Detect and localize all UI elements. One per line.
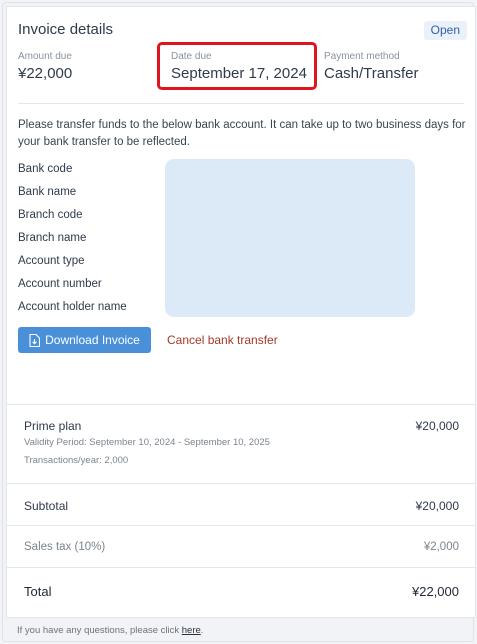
help-text: If you have any questions, please click bbox=[17, 625, 182, 636]
divider bbox=[7, 404, 475, 405]
outer-frame: Invoice details Open Amount due ¥22,000 … bbox=[2, 2, 476, 642]
divider bbox=[7, 525, 475, 526]
bank-details-labels: Bank code Bank name Branch code Branch n… bbox=[18, 162, 127, 323]
total-amount: ¥22,000 bbox=[412, 584, 459, 599]
branch-code-label: Branch code bbox=[18, 209, 83, 221]
help-suffix: . bbox=[200, 625, 204, 636]
download-invoice-button[interactable]: Download Invoice bbox=[18, 327, 151, 353]
bank-name-label: Bank name bbox=[18, 186, 77, 198]
divider bbox=[7, 567, 475, 568]
account-holder-name-label: Account holder name bbox=[18, 301, 127, 313]
payment-method-label: Payment method bbox=[324, 51, 400, 62]
plan-amount: ¥20,000 bbox=[415, 419, 459, 433]
payment-method: Payment method Cash/Transfer bbox=[324, 51, 418, 82]
account-type-label: Account type bbox=[18, 255, 85, 267]
subtotal-amount: ¥20,000 bbox=[415, 499, 459, 513]
amount-due-value: ¥22,000 bbox=[18, 65, 73, 82]
help-link[interactable]: here bbox=[182, 625, 201, 636]
document-download-icon bbox=[29, 333, 41, 347]
divider bbox=[18, 103, 464, 104]
payment-method-value: Cash/Transfer bbox=[324, 65, 419, 82]
amount-due: Amount due ¥22,000 bbox=[18, 51, 72, 82]
plan-name: Prime plan bbox=[24, 419, 82, 433]
cancel-bank-transfer-link[interactable]: Cancel bank transfer bbox=[167, 333, 278, 347]
invoice-title: Invoice details bbox=[18, 21, 114, 38]
sales-tax-amount: ¥2,000 bbox=[423, 541, 459, 553]
subtotal-label: Subtotal bbox=[24, 499, 69, 513]
divider bbox=[7, 483, 475, 484]
status-badge: Open bbox=[423, 21, 467, 40]
sales-tax-label: Sales tax (10%) bbox=[24, 541, 106, 553]
download-invoice-label: Download Invoice bbox=[45, 333, 140, 347]
validity-period: Validity Period: September 10, 2024 - Se… bbox=[24, 437, 270, 448]
account-number-label: Account number bbox=[18, 278, 102, 290]
amount-due-label: Amount due bbox=[18, 51, 72, 62]
branch-name-label: Branch name bbox=[18, 232, 87, 244]
transfer-instructions: Please transfer funds to the below bank … bbox=[18, 119, 466, 148]
bank-details-placeholder bbox=[165, 159, 415, 317]
bank-code-label: Bank code bbox=[18, 163, 73, 175]
help-footer: If you have any questions, please click … bbox=[17, 625, 203, 636]
invoice-card: Invoice details Open Amount due ¥22,000 … bbox=[6, 6, 476, 618]
date-due-highlight-box bbox=[157, 42, 317, 90]
total-label: Total bbox=[24, 584, 52, 599]
transactions-per-year: Transactions/year: 2,000 bbox=[24, 455, 129, 466]
